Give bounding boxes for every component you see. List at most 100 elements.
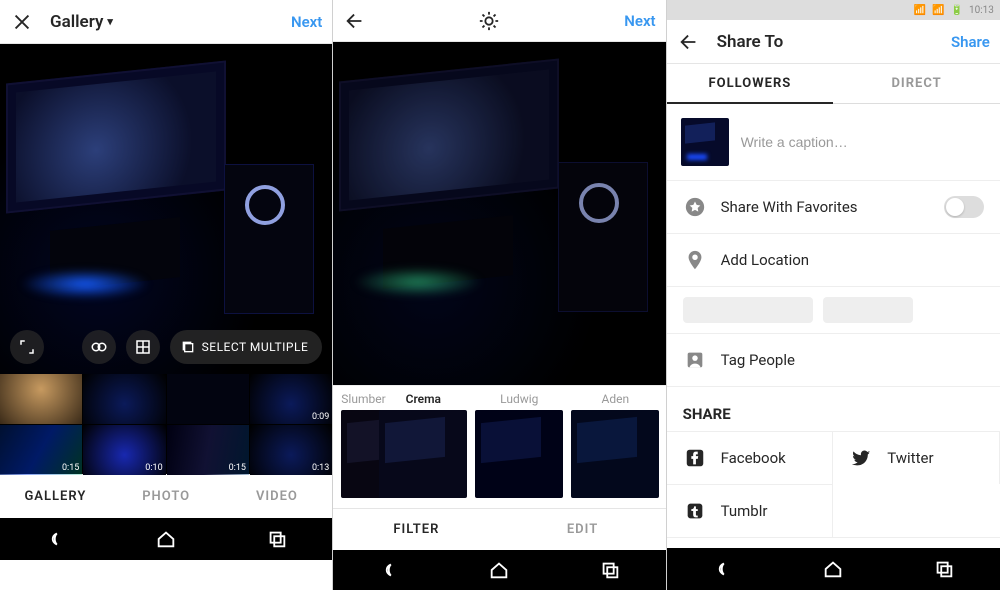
share-services-grid: Facebook Twitter Tumblr — [667, 431, 1000, 537]
tab-video[interactable]: VIDEO — [222, 475, 333, 518]
video-duration: 0:13 — [312, 463, 329, 473]
android-navbar — [667, 548, 1000, 590]
boomerang-icon[interactable] — [82, 330, 116, 364]
location-pin-icon — [683, 248, 707, 272]
tab-gallery[interactable]: GALLERY — [0, 475, 111, 518]
topbar-filter: Next — [333, 0, 665, 42]
filter-slumber[interactable]: Slumber — [341, 392, 371, 498]
filter-aden[interactable]: Aden — [571, 392, 659, 498]
video-duration: 0:09 — [312, 412, 329, 422]
recents-nav-icon[interactable] — [933, 558, 955, 580]
preview-overlay: SELECT MULTIPLE — [10, 330, 322, 364]
gallery-thumb[interactable]: 0:15 — [0, 425, 82, 475]
share-facebook[interactable]: Facebook — [667, 431, 834, 484]
tag-person-icon — [683, 348, 707, 372]
filter-label: Slumber — [341, 392, 371, 410]
wifi-icon: 📶 — [914, 5, 926, 16]
share-tabs: FOLLOWERS DIRECT — [667, 64, 1000, 104]
chevron-down-icon: ▾ — [103, 15, 113, 28]
android-navbar — [0, 518, 332, 560]
share-button[interactable]: Share — [930, 33, 990, 51]
gallery-dropdown[interactable]: Gallery ▾ — [50, 12, 262, 32]
filter-crema[interactable]: Crema — [379, 392, 467, 498]
status-time: 10:13 — [969, 5, 994, 16]
status-bar: 📶 📶 🔋 10:13 — [667, 0, 1000, 20]
recents-nav-icon[interactable] — [599, 559, 621, 581]
recents-nav-icon[interactable] — [266, 528, 288, 550]
select-multiple-button[interactable]: SELECT MULTIPLE — [170, 330, 323, 364]
topbar-gallery: Gallery ▾ Next — [0, 0, 332, 44]
location-chip[interactable] — [823, 297, 913, 323]
edit-tabs: FILTER EDIT — [333, 508, 665, 550]
share-title: Share To — [717, 32, 930, 52]
android-navbar — [333, 550, 665, 590]
service-label: Twitter — [887, 449, 983, 467]
location-suggestions — [667, 286, 1000, 333]
tab-filter[interactable]: FILTER — [333, 509, 499, 550]
share-section-title: SHARE — [667, 386, 1000, 431]
share-tumblr[interactable]: Tumblr — [667, 484, 834, 537]
tab-followers[interactable]: FOLLOWERS — [667, 64, 834, 103]
gallery-thumb[interactable] — [167, 374, 249, 424]
back-arrow-icon[interactable] — [343, 9, 367, 33]
filter-strip[interactable]: Slumber Crema Ludwig Aden — [333, 385, 665, 507]
twitter-icon — [849, 446, 873, 470]
facebook-icon — [683, 446, 707, 470]
star-icon — [683, 195, 707, 219]
tab-photo[interactable]: PHOTO — [111, 475, 222, 518]
back-nav-icon[interactable] — [44, 528, 66, 550]
lux-sun-icon[interactable] — [477, 9, 501, 33]
next-button[interactable]: Next — [262, 13, 322, 31]
gallery-title: Gallery — [50, 12, 103, 32]
topbar-share: Share To Share — [667, 20, 1000, 64]
caption-input[interactable] — [741, 118, 986, 166]
post-thumbnail[interactable] — [681, 118, 729, 166]
filtered-photo-preview[interactable] — [333, 42, 665, 385]
gallery-grid: 0:09 0:15 0:10 0:15 0:13 — [0, 374, 332, 474]
filter-label: Ludwig — [475, 392, 563, 410]
filter-label: Aden — [571, 392, 659, 410]
share-with-favorites-row[interactable]: Share With Favorites — [667, 180, 1000, 233]
signal-icon: 📶 — [932, 5, 944, 16]
add-location-row[interactable]: Add Location — [667, 233, 1000, 286]
back-nav-icon[interactable] — [711, 558, 733, 580]
favorites-toggle[interactable] — [944, 196, 984, 218]
service-label: Facebook — [721, 449, 817, 467]
service-label: Tumblr — [721, 502, 817, 520]
back-arrow-icon[interactable] — [677, 30, 701, 54]
home-nav-icon[interactable] — [155, 528, 177, 550]
caption-row — [667, 104, 1000, 180]
video-duration: 0:15 — [229, 463, 246, 473]
home-nav-icon[interactable] — [488, 559, 510, 581]
tag-label: Tag People — [721, 351, 984, 369]
gallery-thumb[interactable]: 0:09 — [250, 374, 332, 424]
location-label: Add Location — [721, 251, 984, 269]
location-chip[interactable] — [683, 297, 813, 323]
selected-photo-preview[interactable]: SELECT MULTIPLE — [0, 44, 332, 374]
select-multiple-label: SELECT MULTIPLE — [202, 340, 309, 354]
layout-icon[interactable] — [126, 330, 160, 364]
favorites-label: Share With Favorites — [721, 198, 930, 216]
tab-direct[interactable]: DIRECT — [833, 64, 1000, 103]
share-twitter[interactable]: Twitter — [833, 431, 1000, 484]
video-duration: 0:10 — [145, 463, 162, 473]
tab-edit[interactable]: EDIT — [499, 509, 665, 550]
gallery-thumb[interactable] — [0, 374, 82, 424]
next-button[interactable]: Next — [596, 12, 656, 30]
gallery-thumb[interactable]: 0:15 — [167, 425, 249, 475]
filter-ludwig[interactable]: Ludwig — [475, 392, 563, 498]
tumblr-icon — [683, 499, 707, 523]
source-tabs: GALLERY PHOTO VIDEO — [0, 474, 332, 518]
gallery-thumb[interactable]: 0:13 — [250, 425, 332, 475]
expand-crop-button[interactable] — [10, 330, 44, 364]
tag-people-row[interactable]: Tag People — [667, 333, 1000, 386]
back-nav-icon[interactable] — [378, 559, 400, 581]
video-duration: 0:15 — [62, 463, 79, 473]
close-icon[interactable] — [10, 10, 34, 34]
advanced-settings-link[interactable]: Advanced Settings — [667, 537, 1000, 548]
battery-icon: 🔋 — [951, 5, 963, 16]
filter-label: Crema — [379, 392, 467, 410]
gallery-thumb[interactable] — [83, 374, 165, 424]
home-nav-icon[interactable] — [822, 558, 844, 580]
gallery-thumb[interactable]: 0:10 — [83, 425, 165, 475]
